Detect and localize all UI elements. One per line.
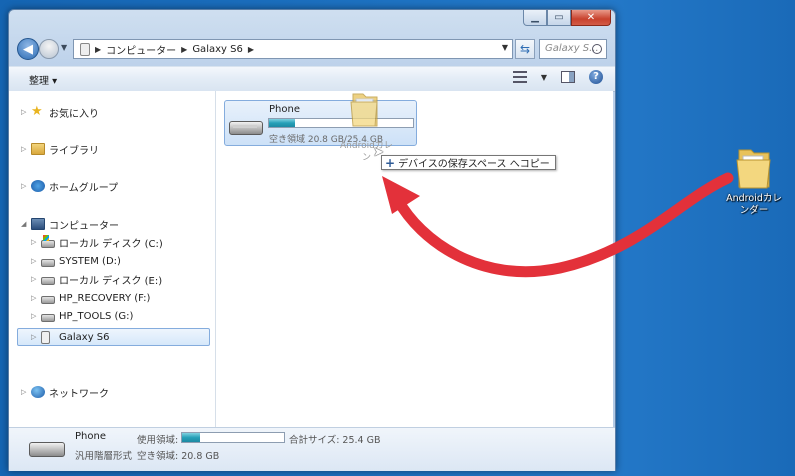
drag-copy-tooltip: + デバイスの保存スペース へコピー <box>381 155 556 170</box>
dragged-folder-icon <box>350 93 378 127</box>
arrow-path <box>392 172 734 278</box>
desktop-folder-icon[interactable] <box>736 144 772 192</box>
desktop-folder-label[interactable]: Androidカレンダー <box>724 193 784 217</box>
tooltip-text: デバイスの保存スペース へコピー <box>398 159 550 170</box>
plus-icon: + <box>385 155 396 170</box>
annotation-arrow <box>382 172 734 278</box>
dragged-folder-label-line2: ン <box>362 153 372 163</box>
